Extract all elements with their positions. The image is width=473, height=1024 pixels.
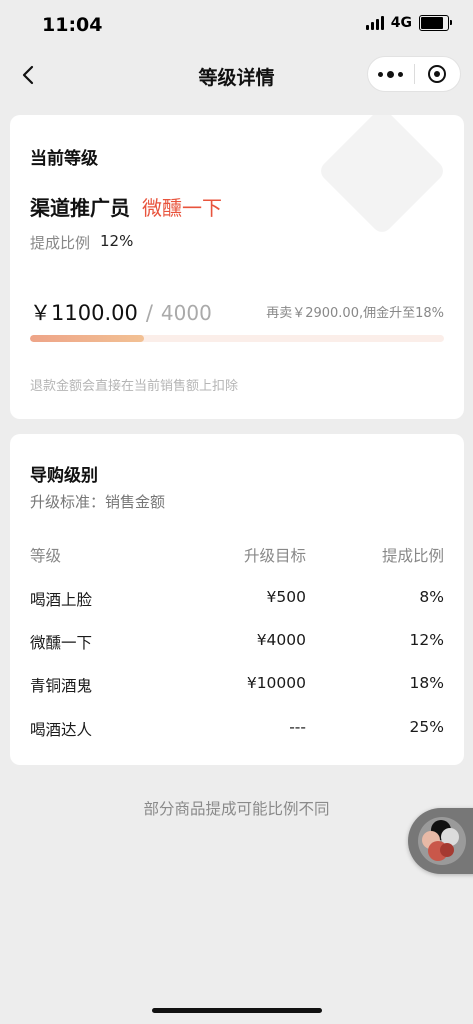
nav-bar: 等级详情	[0, 52, 473, 98]
signal-icon	[365, 16, 384, 30]
cell-level: 喝酒达人	[30, 721, 93, 739]
guide-levels-card: 导购级别 升级标准：销售金额 等级 升级目标 提成比例 喝酒上脸 ¥500 8%…	[10, 434, 464, 765]
level-row: 渠道推广员 微醺一下	[30, 192, 222, 221]
guide-levels-title: 导购级别	[30, 466, 98, 486]
table-header: 等级 升级目标 提成比例	[30, 544, 444, 566]
sales-target: 4000	[160, 301, 212, 325]
table-row: 青铜酒鬼 ¥10000 18%	[30, 674, 444, 696]
cell-rate: 8%	[419, 588, 444, 606]
commission-rate-label: 提成比例	[30, 234, 91, 252]
upgrade-criteria: 升级标准：销售金额	[30, 493, 166, 511]
column-header-target: 升级目标	[243, 547, 306, 565]
status-bar: 11:04 4G	[0, 0, 473, 50]
current-level-title: 当前等级	[30, 149, 98, 169]
cell-rate: 18%	[409, 674, 444, 692]
home-indicator[interactable]	[152, 1008, 322, 1013]
upgrade-hint: 再卖￥2900.00,佣金升至18%	[266, 306, 444, 321]
status-time: 11:04	[42, 14, 103, 36]
sales-current: ￥1100.00	[30, 301, 138, 325]
cell-rate: 12%	[409, 631, 444, 649]
target-icon	[428, 65, 447, 83]
cell-level: 喝酒上脸	[30, 591, 93, 609]
mini-program-capsule	[367, 56, 461, 92]
decorative-diamond-icon	[316, 115, 448, 237]
table-row: 喝酒上脸 ¥500 8%	[30, 588, 444, 610]
sales-progress-fill	[30, 335, 144, 342]
sales-amount-row: ￥1100.00 / 4000	[30, 297, 212, 327]
floating-service-button[interactable]	[408, 808, 473, 874]
commission-rate-row: 提成比例 12%	[30, 232, 133, 253]
sales-progress-bar	[30, 335, 444, 342]
sales-separator: /	[145, 301, 153, 325]
network-type: 4G	[390, 15, 412, 31]
status-indicators: 4G	[365, 15, 452, 31]
refund-note: 退款金额会直接在当前销售额上扣除	[30, 379, 239, 394]
cell-level: 青铜酒鬼	[30, 677, 93, 695]
commission-rate-value: 12%	[100, 232, 134, 250]
cell-target: ¥4000	[256, 631, 306, 649]
cell-level: 微醺一下	[30, 634, 93, 652]
battery-icon	[419, 15, 452, 31]
table-row: 微醺一下 ¥4000 12%	[30, 631, 444, 653]
cell-target: ¥500	[266, 588, 306, 606]
more-button[interactable]	[368, 57, 414, 91]
column-header-level: 等级	[30, 547, 62, 565]
column-header-rate: 提成比例	[381, 547, 444, 565]
more-dots-icon	[378, 71, 384, 77]
close-button[interactable]	[414, 57, 460, 91]
level-name: 渠道推广员	[30, 196, 130, 220]
cell-target: ---	[289, 718, 306, 736]
footer-note: 部分商品提成可能比例不同	[143, 800, 330, 818]
table-row: 喝酒达人 --- 25%	[30, 718, 444, 740]
current-level-card: 当前等级 渠道推广员 微醺一下 提成比例 12% ￥1100.00 / 4000…	[10, 115, 464, 419]
level-tag: 微醺一下	[142, 196, 222, 220]
cell-rate: 25%	[409, 718, 444, 736]
cell-target: ¥10000	[246, 674, 306, 692]
